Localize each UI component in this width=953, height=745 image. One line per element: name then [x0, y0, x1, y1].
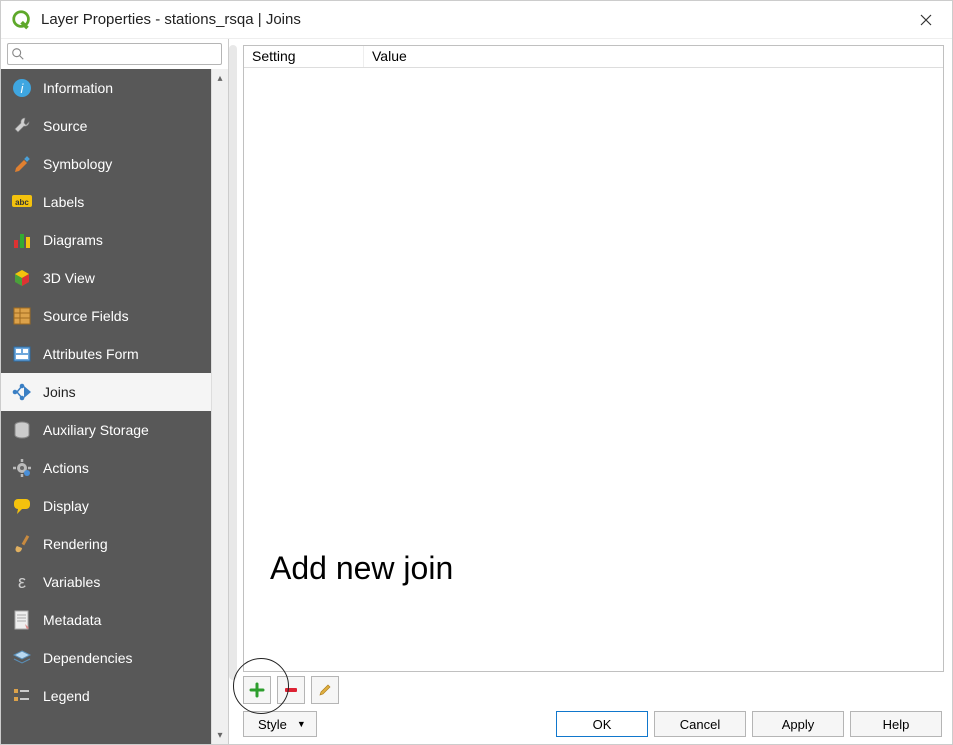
- sidebar-item-joins[interactable]: Joins: [1, 373, 211, 411]
- scroll-down-arrow[interactable]: ▾: [212, 726, 228, 744]
- help-button[interactable]: Help: [850, 711, 942, 737]
- sidebar-item-legend[interactable]: Legend: [1, 677, 211, 715]
- ok-button[interactable]: OK: [556, 711, 648, 737]
- dialog-body: i Information Source Symbology ab: [1, 39, 952, 744]
- svg-text:abc: abc: [15, 198, 29, 207]
- sidebar-item-label: Metadata: [43, 612, 101, 628]
- sidebar-item-label: Display: [43, 498, 89, 514]
- window-title: Layer Properties - stations_rsqa | Joins: [41, 11, 904, 28]
- column-header-setting[interactable]: Setting: [244, 46, 364, 67]
- tooltip-icon: [11, 495, 33, 517]
- gear-icon: [11, 457, 33, 479]
- callout-label: Add new join: [270, 550, 453, 587]
- joins-table: Setting Value Add new join: [243, 45, 944, 672]
- diagrams-icon: [11, 229, 33, 251]
- sidebar-item-metadata[interactable]: Metadata: [1, 601, 211, 639]
- cancel-button[interactable]: Cancel: [654, 711, 746, 737]
- layer-properties-dialog: Layer Properties - stations_rsqa | Joins…: [0, 0, 953, 745]
- sidebar-item-label: Dependencies: [43, 650, 133, 666]
- sidebar-item-label: Symbology: [43, 156, 112, 172]
- sidebar-item-information[interactable]: i Information: [1, 69, 211, 107]
- paintbrush-icon: [11, 533, 33, 555]
- info-icon: i: [11, 77, 33, 99]
- sidebar-nav: i Information Source Symbology ab: [1, 69, 211, 744]
- cube-icon: [11, 267, 33, 289]
- database-icon: [11, 419, 33, 441]
- sidebar-item-display[interactable]: Display: [1, 487, 211, 525]
- sidebar-scrollbar[interactable]: ▴ ▾: [211, 69, 228, 744]
- sidebar-item-label: Source Fields: [43, 308, 129, 324]
- join-toolbar: [229, 672, 952, 704]
- document-icon: [11, 609, 33, 631]
- joins-icon: [11, 381, 33, 403]
- sidebar-item-rendering[interactable]: Rendering: [1, 525, 211, 563]
- sidebar-item-label: Variables: [43, 574, 100, 590]
- fields-icon: [11, 305, 33, 327]
- edit-join-button[interactable]: [311, 676, 339, 704]
- sidebar-item-label: Labels: [43, 194, 84, 210]
- titlebar: Layer Properties - stations_rsqa | Joins: [1, 1, 952, 39]
- svg-text:ε: ε: [18, 572, 26, 592]
- sidebar-item-attributesform[interactable]: Attributes Form: [1, 335, 211, 373]
- style-button[interactable]: Style ▼: [243, 711, 317, 737]
- sidebar-item-label: Diagrams: [43, 232, 103, 248]
- sidebar-item-dependencies[interactable]: Dependencies: [1, 639, 211, 677]
- sidebar-item-actions[interactable]: Actions: [1, 449, 211, 487]
- sidebar-item-label: Rendering: [43, 536, 108, 552]
- content-scrollbar[interactable]: [229, 45, 237, 680]
- close-button[interactable]: [904, 1, 948, 38]
- sidebar-item-diagrams[interactable]: Diagrams: [1, 221, 211, 259]
- left-panel: i Information Source Symbology ab: [1, 39, 229, 744]
- labels-icon: abc: [11, 191, 33, 213]
- sidebar-item-variables[interactable]: ε Variables: [1, 563, 211, 601]
- qgis-icon: [11, 9, 33, 31]
- add-join-button[interactable]: [243, 676, 271, 704]
- search-wrap: [1, 39, 228, 69]
- search-input[interactable]: [7, 43, 222, 65]
- column-header-value[interactable]: Value: [364, 46, 943, 67]
- sidebar-item-label: Legend: [43, 688, 90, 704]
- chevron-down-icon: ▼: [297, 719, 306, 729]
- epsilon-icon: ε: [11, 571, 33, 593]
- scroll-track[interactable]: [212, 87, 228, 726]
- sidebar-item-symbology[interactable]: Symbology: [1, 145, 211, 183]
- right-panel: Setting Value Add new join S: [229, 39, 952, 744]
- brush-icon: [11, 153, 33, 175]
- sidebar-item-label: Attributes Form: [43, 346, 139, 362]
- sidebar-item-label: Source: [43, 118, 87, 134]
- sidebar-item-label: Actions: [43, 460, 89, 476]
- wrench-icon: [11, 115, 33, 137]
- apply-button[interactable]: Apply: [752, 711, 844, 737]
- sidebar-item-label: 3D View: [43, 270, 95, 286]
- style-button-label: Style: [258, 717, 287, 732]
- sidebar-item-sourcefields[interactable]: Source Fields: [1, 297, 211, 335]
- layers-icon: [11, 647, 33, 669]
- sidebar-item-label: Information: [43, 80, 113, 96]
- scroll-up-arrow[interactable]: ▴: [212, 69, 228, 87]
- sidebar-item-auxstorage[interactable]: Auxiliary Storage: [1, 411, 211, 449]
- sidebar-item-labels[interactable]: abc Labels: [1, 183, 211, 221]
- remove-join-button[interactable]: [277, 676, 305, 704]
- sidebar-item-3dview[interactable]: 3D View: [1, 259, 211, 297]
- button-bar: Style ▼ OK Cancel Apply Help: [229, 704, 952, 744]
- search-icon: [11, 47, 25, 61]
- table-header: Setting Value: [244, 46, 943, 68]
- sidebar-item-label: Joins: [43, 384, 76, 400]
- sidebar-item-label: Auxiliary Storage: [43, 422, 149, 438]
- form-icon: [11, 343, 33, 365]
- legend-icon: [11, 685, 33, 707]
- sidebar-item-source[interactable]: Source: [1, 107, 211, 145]
